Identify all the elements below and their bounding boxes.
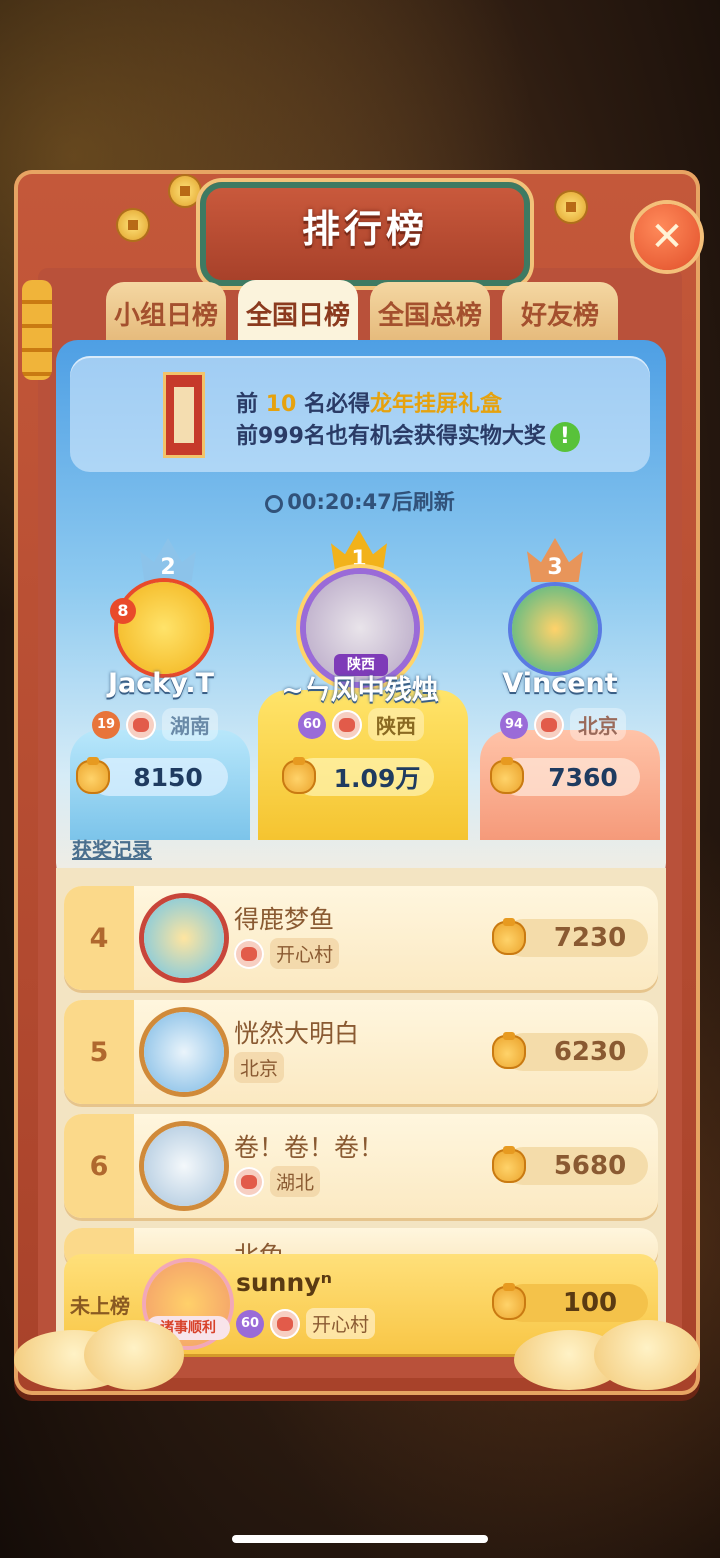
level-badge: 94 [500,710,528,739]
coin-string-icon [22,280,52,380]
table-row[interactable]: 5 恍然大明白 北京 6230 [64,1000,658,1104]
dragon-icon [234,1166,264,1197]
banner-text: 名必得 [303,392,370,417]
money-bag-icon [282,757,316,794]
player-info: 19 湖南 [92,708,218,741]
avatar [144,898,224,978]
tab-label: 全国日榜 [245,300,350,331]
banner-line-2: 前999名也有机会获得实物大奖! [236,418,580,452]
rank-number: 6 [64,1114,134,1218]
money-bag-icon [492,918,526,955]
table-row[interactable]: 6 卷！卷！卷！ 湖北 5680 [64,1114,658,1218]
avatar[interactable] [512,586,598,672]
avatar [144,1012,224,1092]
banner-highlight: 10 [265,392,297,417]
player-name: 卷！卷！卷！ [234,1133,385,1162]
rank-number: 1 [351,547,367,572]
rank-number: 3 [547,555,563,580]
player-name: 恍然大明白 [234,1019,360,1048]
score-value: 7360 [548,762,618,792]
player-name: Vincent [502,668,618,699]
avatar[interactable] [118,582,210,674]
rank-number: 5 [64,1000,134,1104]
dragon-icon [126,709,156,740]
score-pill: 8150 [90,758,228,796]
streak-badge: 8 [110,598,136,624]
refresh-timer: 00:20:47后刷新 [0,486,720,516]
table-row[interactable]: 4 得鹿梦鱼 开心村 7230 [64,886,658,990]
decorative-clouds [14,1320,700,1400]
tab-national-total[interactable]: 全国总榜 [370,282,490,344]
tab-label: 全国总榜 [377,300,482,331]
prize-scroll-icon [163,372,205,458]
dragon-icon [534,709,564,740]
level-badge: 60 [298,710,326,739]
coin-icon [118,210,148,240]
tag-label: 北京 [234,1052,285,1083]
clock-icon [265,495,284,513]
player-tags: 湖北 [234,1166,321,1197]
tab-label: 好友榜 [520,300,599,331]
avatar [144,1126,224,1206]
tag-label: 湖北 [270,1166,321,1197]
rank-number: 4 [64,886,134,990]
tab-group-daily[interactable]: 小组日榜 [106,282,226,344]
coin-icon [556,192,586,222]
banner-text: 前999名也有机会获得实物大奖 [236,424,546,449]
close-icon: ✕ [650,214,684,260]
player-info: 60 陕西 [298,708,424,741]
coin-icon [170,176,200,206]
level-badge: 19 [92,710,120,739]
rank-number: 2 [160,555,176,580]
timer-text: 00:20:47后刷新 [287,490,455,514]
my-name: sunnyⁿ [236,1268,332,1297]
money-bag-icon [492,1032,526,1069]
info-icon[interactable]: ! [549,422,580,452]
player-name: ~ㄣ风中残烛 [281,675,439,706]
banner-text: 前 [236,392,259,417]
banner-line-1: 前 10 名必得龙年挂屏礼盒 [236,386,502,418]
player-name: 得鹿梦鱼 [234,905,335,934]
region-label: 陕西 [368,708,424,741]
award-record-link[interactable]: 获奖记录 [72,834,152,863]
dragon-icon [332,709,362,740]
tab-national-daily[interactable]: 全国日榜 [238,280,358,346]
tab-friends[interactable]: 好友榜 [502,282,618,344]
home-indicator[interactable] [232,1535,488,1543]
money-bag-icon [492,1283,526,1320]
tag-label: 开心村 [270,938,340,969]
player-info: 94 北京 [500,708,626,741]
dragon-icon [234,938,264,969]
player-name: Jacky.T [107,668,215,699]
page-title: 排行榜 [301,207,428,251]
money-bag-icon [492,1146,526,1183]
region-label: 湖南 [162,708,218,741]
tab-label: 小组日榜 [113,300,218,331]
score-value: 1.09万 [333,764,421,793]
region-label: 北京 [570,708,626,741]
money-bag-icon [490,757,524,794]
banner-prize: 龙年挂屏礼盒 [370,392,503,417]
money-bag-icon [76,757,110,794]
score-value: 8150 [133,762,203,792]
close-button[interactable]: ✕ [634,204,700,270]
player-tags: 北京 [234,1052,285,1083]
player-tags: 开心村 [234,938,340,969]
